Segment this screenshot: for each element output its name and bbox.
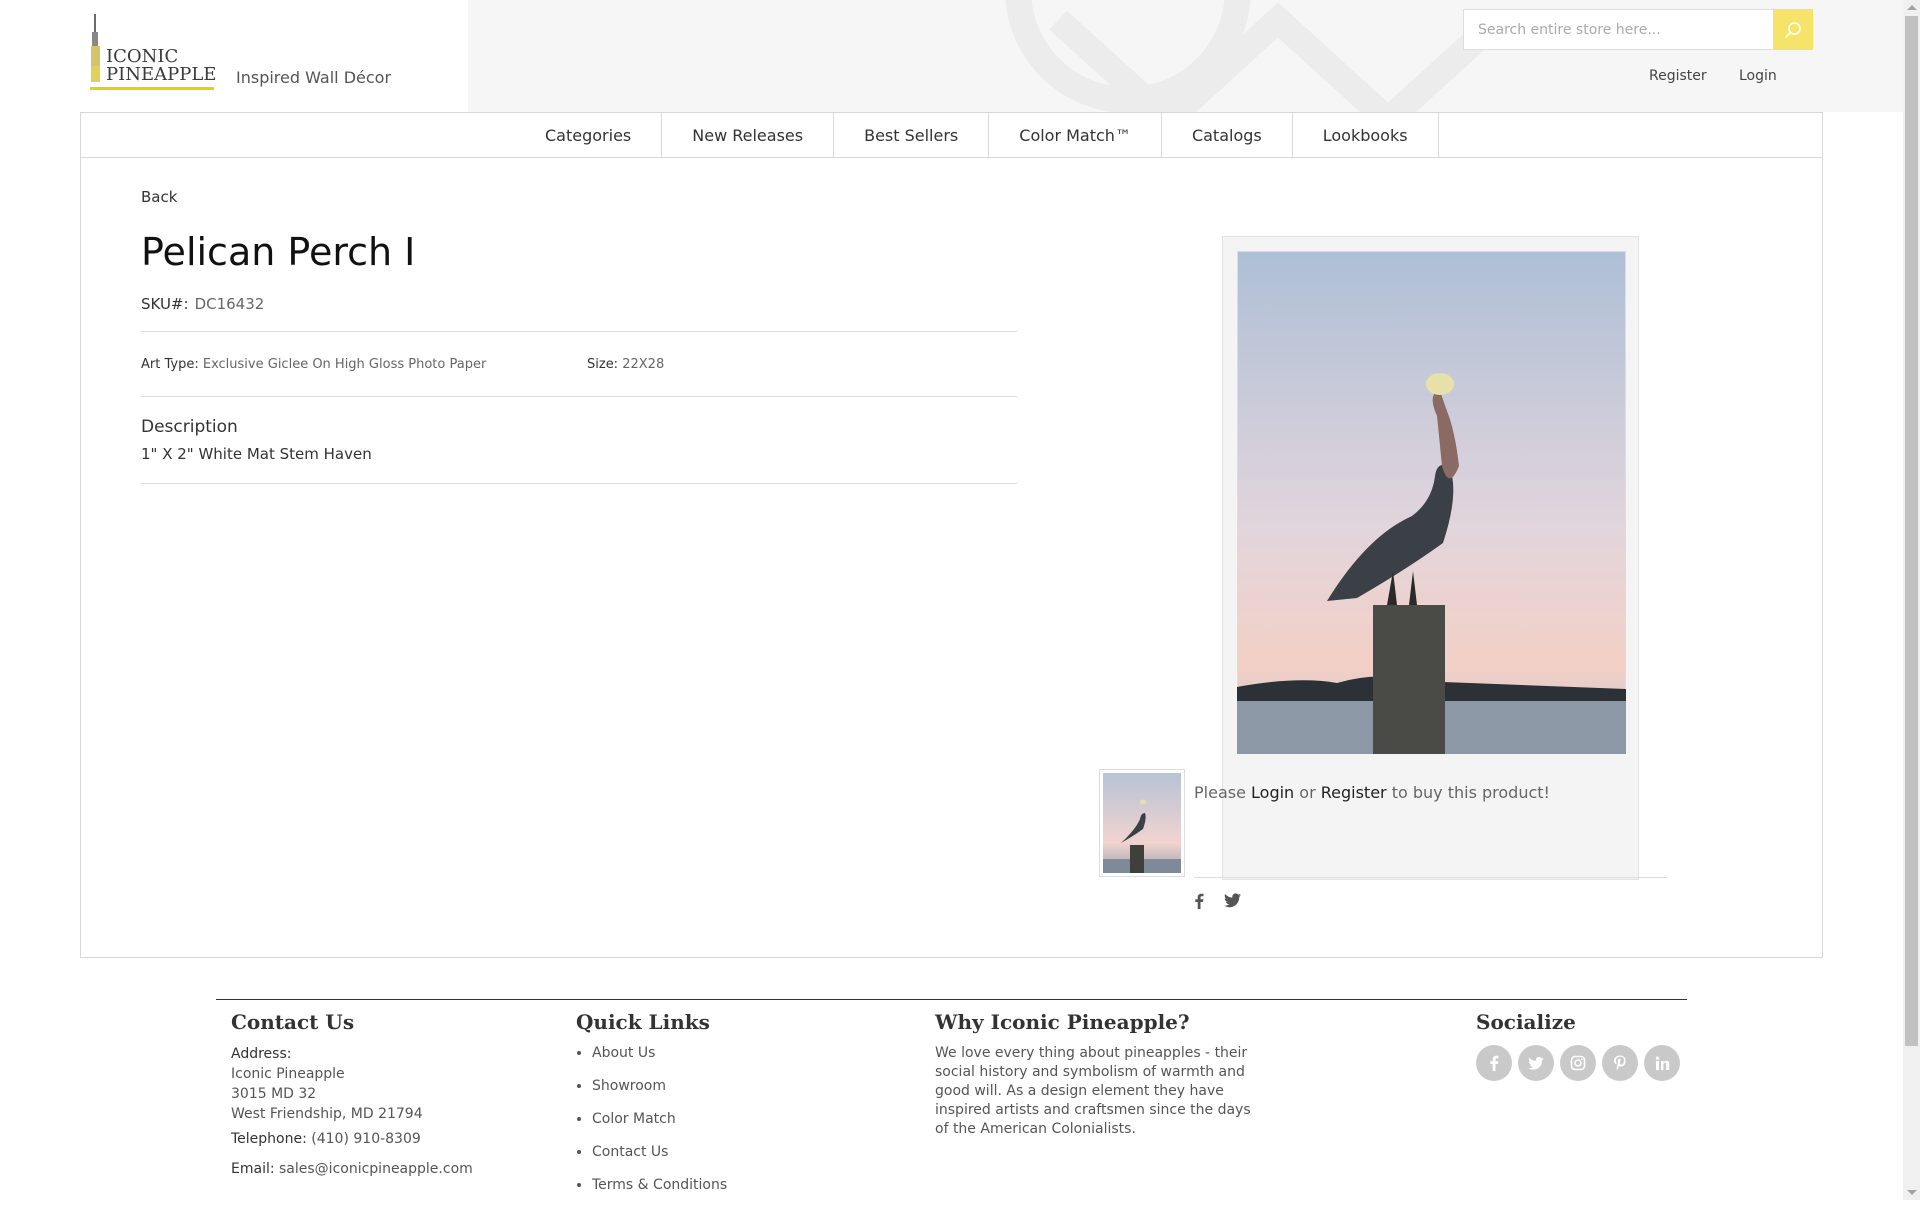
description-text: 1" X 2" White Mat Stem Haven [141,445,372,463]
facebook-icon [1490,1055,1499,1071]
share-divider [1194,877,1667,878]
header-register-link[interactable]: Register [1649,68,1707,84]
art-type: Art Type: Exclusive Giclee On High Gloss… [141,357,486,372]
art-type-label: Art Type: [141,357,199,372]
art-type-value: Exclusive Giclee On High Gloss Photo Pap… [202,357,487,372]
email-value[interactable]: sales@iconicpineapple.com [279,1161,473,1177]
search-box [1463,9,1813,50]
footer-quick-links-heading: Quick Links [576,1010,710,1034]
header-login-link[interactable]: Login [1739,68,1777,84]
facebook-icon [1195,893,1204,909]
login-to-buy-message: Please Login or Register to buy this pro… [1194,783,1550,802]
pinterest-icon [1614,1055,1626,1070]
buy-suffix: to buy this product! [1391,783,1550,802]
nav-categories[interactable]: Categories [515,113,663,157]
share-twitter-button[interactable] [1224,893,1241,912]
twitter-icon [1224,893,1241,908]
size: Size: 22X28 [587,357,664,372]
twitter-icon [1528,1056,1544,1070]
page-scrollbar[interactable] [1903,0,1920,1200]
quick-link-showroom[interactable]: Showroom [592,1073,727,1106]
quick-link-color-match[interactable]: Color Match [592,1106,727,1139]
footer-why-heading: Why Iconic Pineapple? [935,1010,1190,1034]
size-label: Size: [587,357,619,372]
nav-color-match[interactable]: Color Match™ [989,113,1162,157]
scrollbar-thumb[interactable] [1905,16,1918,1046]
share-facebook-button[interactable] [1194,893,1204,913]
quick-link-contact-us[interactable]: Contact Us [592,1139,727,1172]
quick-link-terms[interactable]: Terms & Conditions [592,1172,727,1205]
sku-label: SKU#: [141,295,189,313]
buy-or: or [1299,783,1316,802]
address-label: Address: [231,1046,292,1062]
product-sku: SKU#: DC16432 [141,295,264,313]
linkedin-icon [1655,1056,1669,1070]
search-button[interactable] [1773,9,1813,50]
quick-links-list: About Us Showroom Color Match Contact Us… [577,1040,727,1205]
nav-new-releases[interactable]: New Releases [662,113,835,157]
quick-link-about-us[interactable]: About Us [592,1040,727,1073]
buy-register-link[interactable]: Register [1321,783,1387,802]
instagram-icon [1570,1055,1586,1071]
content-frame: Categories New Releases Best Sellers Col… [80,112,1823,958]
size-value: 22X28 [622,357,665,372]
description-heading: Description [141,417,238,437]
divider [141,396,1017,397]
pelican-artwork-image [1237,251,1626,754]
social-twitter-button[interactable] [1518,1045,1554,1081]
address-line: 3015 MD 32 [231,1086,317,1102]
footer-why-text: We love every thing about pineapples - t… [935,1045,1251,1137]
scroll-up-arrow-icon[interactable] [1907,5,1917,10]
footer-top-rule [216,999,1687,1000]
product-title: Pelican Perch I [141,230,416,274]
scroll-down-arrow-icon[interactable] [1907,1190,1917,1195]
email-label: Email: [231,1161,275,1177]
social-instagram-button[interactable] [1560,1045,1596,1081]
address-line: Iconic Pineapple [231,1066,345,1082]
footer-contact-heading: Contact Us [231,1010,355,1034]
divider [141,331,1017,332]
pineapple-logo-icon [91,14,100,82]
nav-lookbooks[interactable]: Lookbooks [1293,113,1439,157]
sku-value: DC16432 [194,295,265,313]
iconic-pineapple-logo[interactable]: ICONIC PINEAPPLE [88,14,217,90]
search-input[interactable] [1464,10,1774,49]
buy-login-link[interactable]: Login [1251,783,1294,802]
nav-best-sellers[interactable]: Best Sellers [834,113,990,157]
site-tagline: Inspired Wall Décor [236,68,392,87]
back-link[interactable]: Back [141,188,177,206]
footer-socialize-heading: Socialize [1476,1010,1576,1034]
divider [141,483,1017,484]
pelican-thumbnail-image [1103,773,1181,873]
product-thumbnail[interactable] [1099,769,1185,877]
logo-underline [90,87,214,90]
social-pinterest-button[interactable] [1602,1045,1638,1081]
nav-catalogs[interactable]: Catalogs [1162,113,1293,157]
address-line: West Friendship, MD 21794 [231,1106,423,1122]
logo-text-pineapple: PINEAPPLE [106,64,217,85]
footer-contact-details: Address: Iconic Pineapple 3015 MD 32 Wes… [231,1044,473,1179]
search-icon [1784,21,1801,38]
telephone-label: Telephone: [231,1131,307,1147]
buy-prefix: Please [1194,783,1246,802]
social-linkedin-button[interactable] [1644,1045,1680,1081]
telephone-value[interactable]: (410) 910-8309 [311,1131,421,1147]
social-facebook-button[interactable] [1476,1045,1512,1081]
main-navigation: Categories New Releases Best Sellers Col… [81,113,1822,158]
